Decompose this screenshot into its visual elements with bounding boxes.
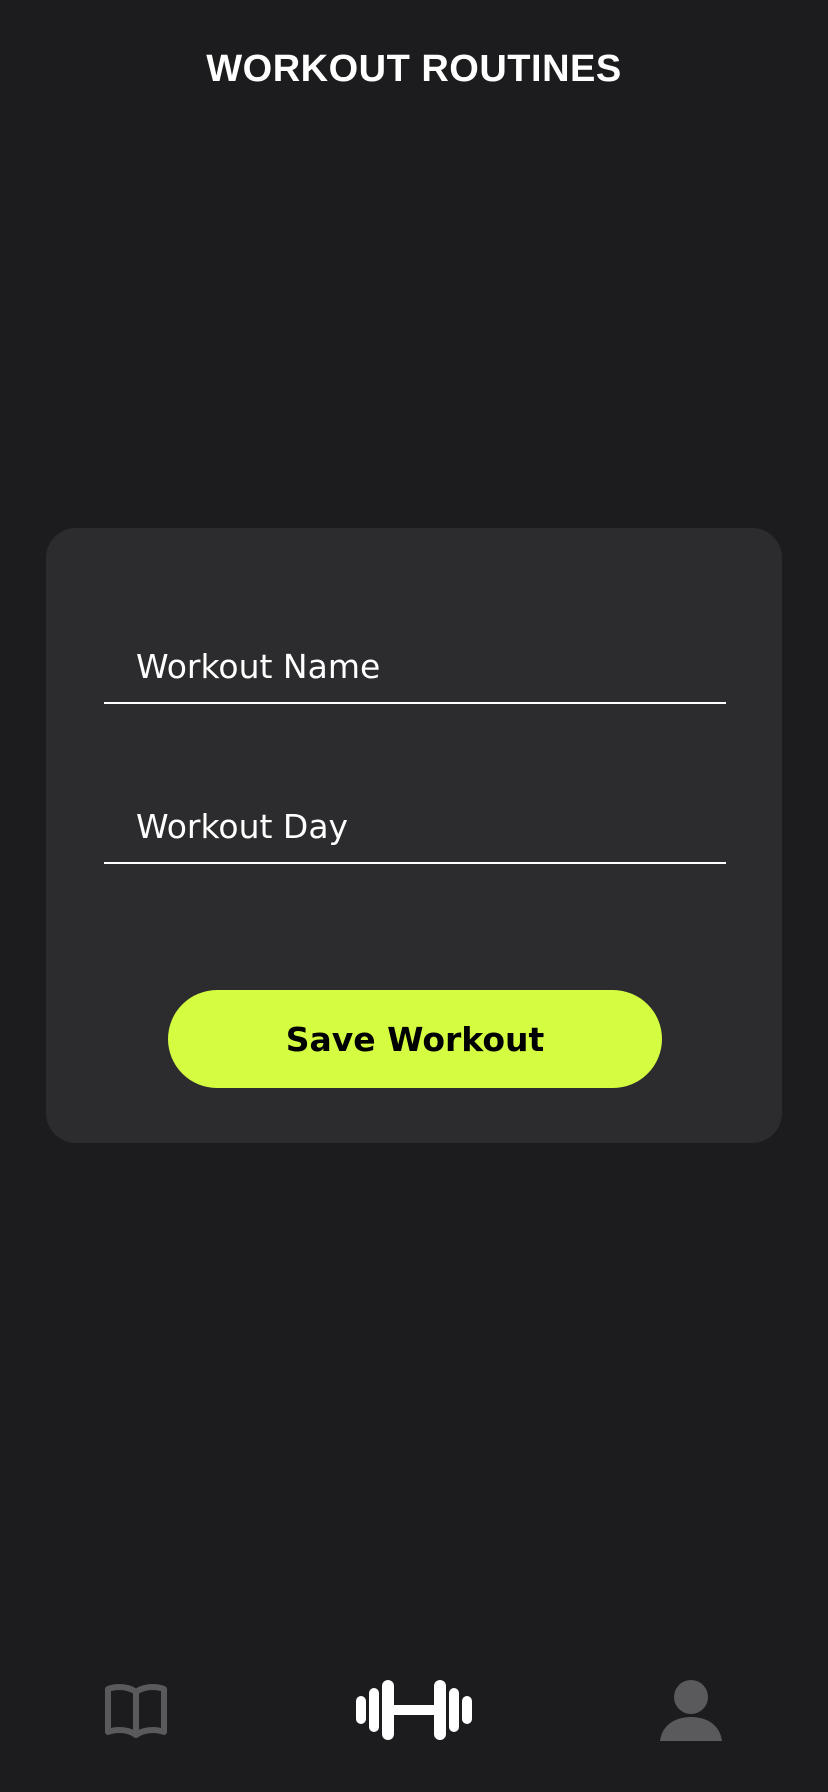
nav-item-workouts[interactable] <box>354 1670 474 1750</box>
user-icon <box>660 1680 722 1741</box>
workout-day-field[interactable] <box>104 790 726 864</box>
dumbbell-icon <box>356 1680 472 1740</box>
nav-item-library[interactable] <box>96 1670 176 1750</box>
workout-name-input[interactable] <box>104 630 726 702</box>
workout-day-input[interactable] <box>104 790 726 862</box>
save-workout-button[interactable]: Save Workout <box>168 990 662 1088</box>
nav-item-profile[interactable] <box>656 1670 726 1750</box>
workout-form-card: Save Workout <box>46 528 782 1143</box>
workout-name-field[interactable] <box>104 630 726 704</box>
bottom-navigation <box>0 1670 828 1770</box>
book-icon <box>105 1684 167 1738</box>
page-title: WORKOUT ROUTINES <box>206 48 622 90</box>
